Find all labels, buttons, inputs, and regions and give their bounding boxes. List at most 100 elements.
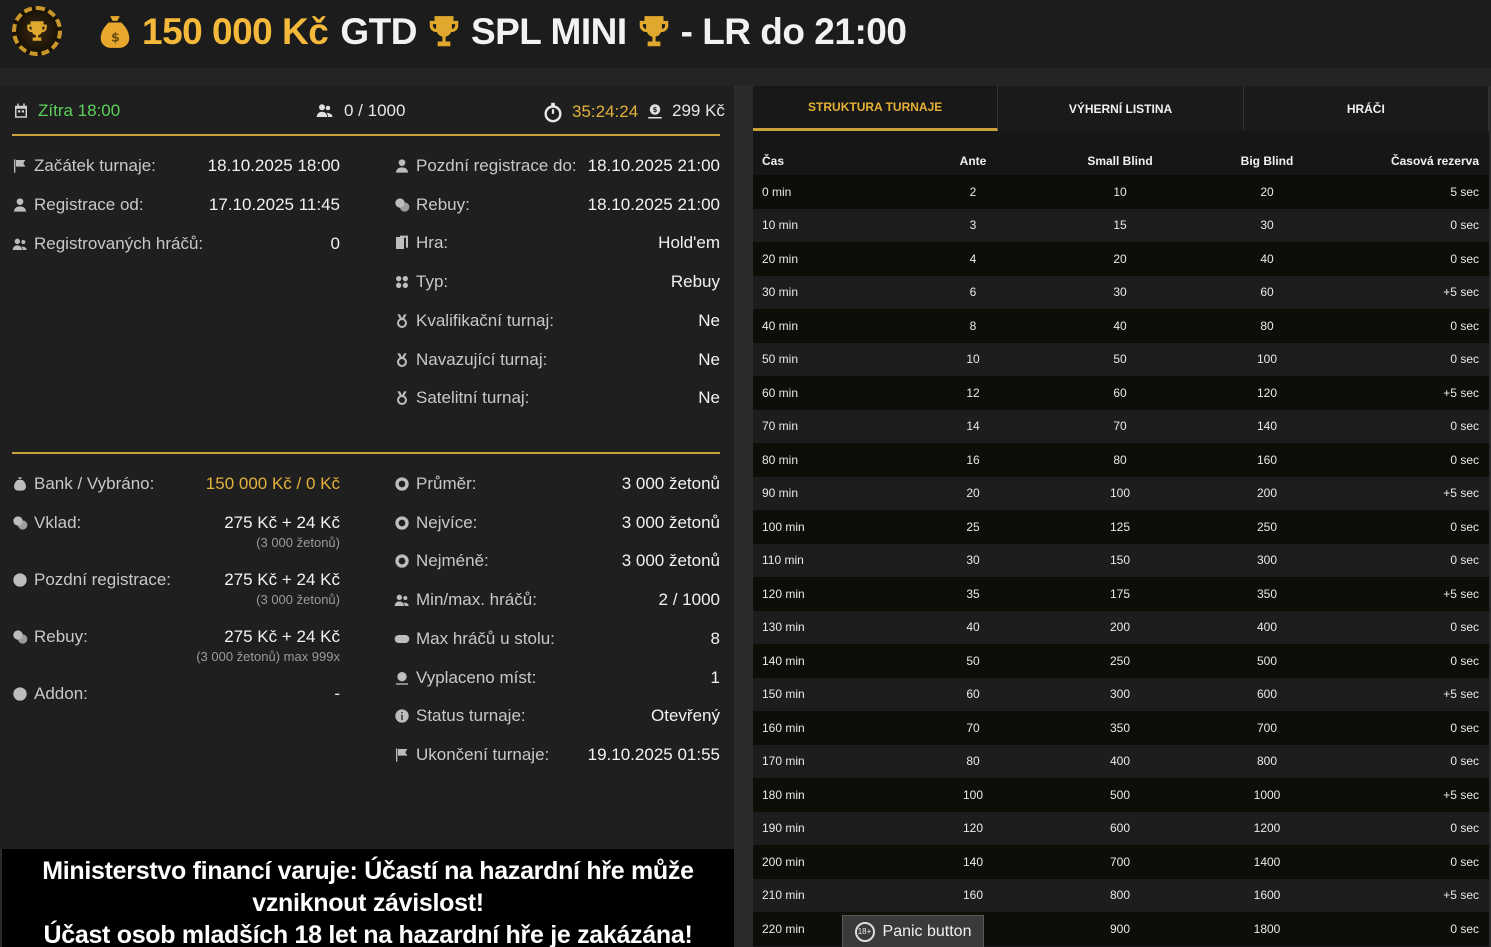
user-icon bbox=[14, 198, 26, 212]
info-label: Min/max. hráčů: bbox=[394, 590, 537, 610]
info-row: Vklad: 275 Kč + 24 Kč (3 000 žetonů) bbox=[12, 513, 340, 550]
cell-time: 130 min bbox=[762, 620, 805, 635]
info-row: Min/max. hráčů: 2 / 1000 bbox=[394, 590, 720, 610]
cell-ante: 50 bbox=[966, 653, 980, 668]
cell-small-blind: 150 bbox=[1109, 553, 1131, 568]
info-row: Registrovaných hráčů: 0 bbox=[12, 234, 340, 254]
cell-ante: 80 bbox=[966, 754, 980, 769]
info-value: 3 000 žetonů bbox=[621, 551, 720, 571]
tab-players[interactable]: HRÁČI bbox=[1243, 86, 1489, 131]
table-row: 180 min 100 500 1000 +5 sec bbox=[753, 778, 1489, 812]
info-label: Průměr: bbox=[394, 474, 476, 494]
info-label: Rebuy: bbox=[394, 195, 470, 215]
cell-big-blind: 60 bbox=[1260, 285, 1274, 300]
cell-time: 150 min bbox=[762, 687, 805, 702]
table-row: 10 min 3 15 30 0 sec bbox=[753, 208, 1489, 242]
info-row: Vyplaceno míst: 1 bbox=[394, 668, 720, 688]
table-header: Čas Ante Small Blind Big Blind Časová re… bbox=[753, 148, 1489, 174]
info-label: Navazující turnaj: bbox=[394, 350, 547, 370]
cell-small-blind: 350 bbox=[1109, 720, 1131, 735]
info-value: 275 Kč + 24 Kč (3 000 žetonů) bbox=[224, 570, 340, 607]
tournament-info-panel: Zítra 18:00 0 / 1000 35:24:24 $ 299 Kč Z… bbox=[0, 86, 734, 849]
info-subvalue: (3 000 žetonů) bbox=[256, 535, 340, 550]
table-row: 60 min 12 60 120 +5 sec bbox=[753, 376, 1489, 410]
info-value: 275 Kč + 24 Kč (3 000 žetonů) max 999x bbox=[196, 627, 340, 664]
info-value: Hold'em bbox=[658, 233, 720, 253]
cell-time-bank: 0 sec bbox=[1450, 352, 1479, 367]
info-label: Nejméně: bbox=[394, 551, 489, 571]
cell-small-blind: 40 bbox=[1113, 318, 1127, 333]
cell-time-bank: 0 sec bbox=[1450, 854, 1479, 869]
cell-time: 210 min bbox=[762, 888, 805, 903]
cell-ante: 8 bbox=[969, 318, 977, 333]
cell-time-bank: +5 sec bbox=[1443, 486, 1479, 501]
cell-big-blind: 300 bbox=[1256, 553, 1278, 568]
cell-time: 170 min bbox=[762, 754, 805, 769]
cell-small-blind: 30 bbox=[1113, 285, 1127, 300]
col-time-bank: Časová rezerva bbox=[1390, 154, 1479, 168]
users-icon bbox=[316, 104, 333, 117]
cell-big-blind: 250 bbox=[1256, 519, 1278, 534]
info-value: 18.10.2025 18:00 bbox=[207, 156, 340, 175]
info-label: Nejvíce: bbox=[394, 513, 477, 533]
panic-button[interactable]: 18+ Panic button bbox=[842, 915, 984, 947]
info-row: Navazující turnaj: Ne bbox=[394, 350, 720, 370]
info-row: Satelitní turnaj: Ne bbox=[394, 388, 720, 408]
cell-time: 200 min bbox=[762, 854, 805, 869]
cell-time: 70 min bbox=[762, 419, 799, 434]
info-label: Kvalifikační turnaj: bbox=[394, 311, 554, 331]
cell-ante: 3 bbox=[969, 218, 977, 233]
cell-big-blind: 1200 bbox=[1253, 821, 1281, 836]
cell-time: 0 min bbox=[762, 184, 792, 199]
prize-icon bbox=[396, 671, 408, 685]
gambling-warning: Ministerstvo financí varuje: Účastí na h… bbox=[2, 849, 734, 947]
col-ante: Ante bbox=[959, 154, 987, 168]
cell-time-bank: 0 sec bbox=[1450, 921, 1479, 936]
info-value: 2 / 1000 bbox=[658, 590, 720, 610]
table-row: 110 min 30 150 300 0 sec bbox=[753, 543, 1489, 577]
info-row: Začátek turnaje: 18.10.2025 18:00 bbox=[12, 156, 340, 176]
cell-ante: 10 bbox=[966, 352, 980, 367]
cell-big-blind: 500 bbox=[1256, 653, 1278, 668]
logo[interactable] bbox=[12, 6, 62, 56]
cell-small-blind: 800 bbox=[1109, 888, 1131, 903]
cell-time-bank: 0 sec bbox=[1450, 419, 1479, 434]
info-row: Nejméně: 3 000 žetonů bbox=[394, 551, 720, 571]
info-value: - bbox=[334, 684, 340, 703]
cell-ante: 100 bbox=[962, 787, 984, 802]
info-value: 1 bbox=[710, 667, 720, 687]
user-icon bbox=[396, 159, 408, 173]
cell-small-blind: 60 bbox=[1113, 385, 1127, 400]
table-row: 50 min 10 50 100 0 sec bbox=[753, 342, 1489, 376]
cell-ante: 2 bbox=[969, 184, 977, 199]
tab-payouts[interactable]: VÝHERNÍ LISTINA bbox=[998, 86, 1244, 131]
cell-small-blind: 20 bbox=[1113, 251, 1127, 266]
info-row: Hra: Hold'em bbox=[394, 233, 720, 253]
info-value: 150 000 Kč / 0 Kč bbox=[205, 474, 340, 493]
players-count: 0 / 1000 bbox=[314, 101, 405, 121]
table-row: 160 min 70 350 700 0 sec bbox=[753, 711, 1489, 745]
medal-icon bbox=[397, 352, 407, 367]
tab-bar: STRUKTURA TURNAJE VÝHERNÍ LISTINA HRÁČI bbox=[753, 86, 1489, 131]
table-row: 170 min 80 400 800 0 sec bbox=[753, 744, 1489, 778]
tab-structure[interactable]: STRUKTURA TURNAJE bbox=[753, 86, 999, 131]
table-row: 0 min 2 10 20 5 sec bbox=[753, 175, 1489, 209]
cell-ante: 6 bbox=[969, 285, 977, 300]
coins-icon bbox=[395, 198, 410, 212]
header-divider bbox=[0, 68, 1491, 86]
col-big-blind: Big Blind bbox=[1240, 154, 1294, 168]
cell-time-bank: +5 sec bbox=[1443, 888, 1479, 903]
section-divider bbox=[12, 452, 720, 454]
info-label: Začátek turnaje: bbox=[12, 156, 156, 176]
info-row: Typ: Rebuy bbox=[394, 272, 720, 292]
cell-time: 120 min bbox=[762, 586, 805, 601]
cell-big-blind: 100 bbox=[1256, 352, 1278, 367]
cell-small-blind: 70 bbox=[1113, 419, 1127, 434]
flag-icon bbox=[14, 159, 26, 173]
cell-time: 140 min bbox=[762, 653, 805, 668]
info-value: 3 000 žetonů bbox=[621, 474, 720, 493]
structure-panel: STRUKTURA TURNAJE VÝHERNÍ LISTINA HRÁČI … bbox=[753, 86, 1489, 947]
cell-small-blind: 125 bbox=[1109, 519, 1131, 534]
table-row: 130 min 40 200 400 0 sec bbox=[753, 610, 1489, 644]
info-value: Ne bbox=[698, 388, 720, 408]
